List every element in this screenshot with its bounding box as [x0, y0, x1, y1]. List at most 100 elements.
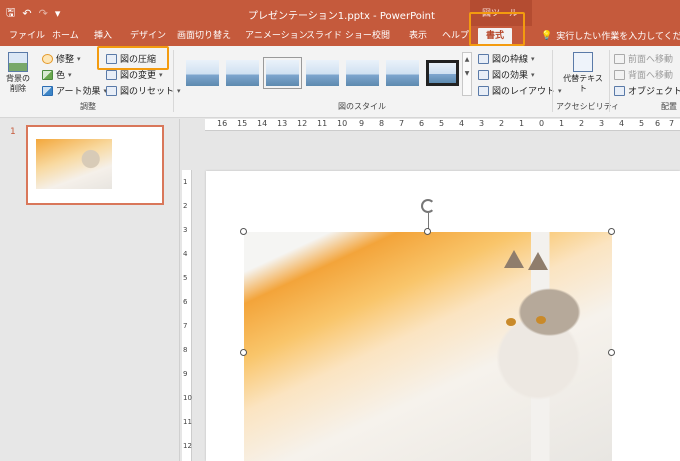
resize-handle[interactable]	[608, 228, 615, 235]
selection-pane-icon	[614, 85, 625, 96]
ruler-tick-label: 13	[277, 119, 288, 128]
style-thumbnail[interactable]	[226, 60, 259, 86]
ruler-tick-label: 7	[399, 119, 405, 128]
ribbon: 背景の削除 修整 ▾ 色 ▾ アート効果 ▾ 図の圧縮 図の変更 ▾ 図のリ	[0, 46, 680, 118]
alt-text-button[interactable]: 代替テキスト	[560, 52, 606, 94]
chevron-down-icon: ▾	[159, 70, 163, 79]
picture-border-label: 図の枠線	[492, 55, 529, 65]
slide-number: 1	[10, 127, 16, 137]
picture-styles-group-label: 図のスタイル	[338, 102, 386, 111]
style-thumbnail[interactable]	[426, 60, 459, 86]
tab-format[interactable]: 書式	[478, 28, 513, 46]
tab-home[interactable]: ホーム	[52, 29, 79, 46]
resize-handle[interactable]	[424, 228, 431, 235]
artistic-effects-label: アート効果	[56, 87, 101, 97]
ruler-tick-label: 1	[519, 119, 525, 128]
ruler-tick-label: 0	[539, 119, 545, 128]
quick-access-toolbar: 🖫 ↶ ↷ ▾	[6, 4, 60, 22]
reset-picture-button[interactable]: 図のリセット ▾	[106, 84, 181, 97]
undo-icon[interactable]: ↶	[22, 7, 31, 20]
ruler-tick-label: 7	[183, 322, 188, 330]
bring-forward-label: 前面へ移動	[628, 55, 674, 65]
ruler-tick-label: 5	[439, 119, 445, 128]
rotate-handle-icon[interactable]	[421, 199, 435, 213]
ruler-tick-label: 5	[639, 119, 645, 128]
chevron-down-icon: ▾	[68, 70, 72, 79]
ruler-tick-label: 15	[237, 119, 248, 128]
title-bar: 🖫 ↶ ↷ ▾ プレゼンテーション1.pptx - PowerPoint 図ツー…	[0, 0, 680, 26]
picture-layout-label: 図のレイアウト	[492, 87, 556, 97]
save-icon[interactable]: 🖫	[6, 4, 15, 23]
resize-handle[interactable]	[240, 228, 247, 235]
tab-help[interactable]: ヘルプ	[442, 29, 469, 46]
bring-forward-button[interactable]: 前面へ移動	[614, 52, 673, 65]
change-picture-button[interactable]: 図の変更 ▾	[106, 68, 163, 81]
resize-handle[interactable]	[240, 349, 247, 356]
cat-photo[interactable]	[244, 232, 612, 461]
redo-icon[interactable]: ↷	[39, 7, 48, 20]
style-thumbnail[interactable]	[386, 60, 419, 86]
slides-pane: 1	[0, 119, 180, 461]
corrections-button[interactable]: 修整 ▾	[42, 52, 81, 65]
group-separator	[609, 50, 610, 112]
picture-border-button[interactable]: 図の枠線 ▾	[478, 52, 535, 65]
tab-file[interactable]: ファイル	[9, 29, 45, 46]
compress-icon	[106, 53, 117, 64]
tell-me-box[interactable]: 💡 実行したい作業を入力してください	[541, 29, 680, 43]
artistic-effects-button[interactable]: アート効果 ▾	[42, 84, 107, 97]
color-button[interactable]: 色 ▾	[42, 68, 72, 81]
ruler-tick-label: 11	[183, 418, 192, 426]
tab-transitions[interactable]: 画面切り替え	[177, 29, 231, 46]
compress-label: 図の圧縮	[120, 55, 157, 65]
tab-view[interactable]: 表示	[409, 29, 427, 46]
group-separator	[173, 50, 174, 112]
ruler-tick-label: 3	[599, 119, 605, 128]
send-backward-label: 背面へ移動	[628, 71, 674, 81]
compress-pictures-button[interactable]: 図の圧縮	[106, 52, 156, 65]
tab-design[interactable]: デザイン	[130, 29, 166, 46]
vertical-ruler: 1 2 3 4 5 6 7 8 9 10 11 12	[182, 170, 192, 461]
ruler-tick-label: 4	[459, 119, 465, 128]
resize-handle[interactable]	[608, 349, 615, 356]
style-thumbnail[interactable]	[346, 60, 379, 86]
tab-animations[interactable]: アニメーション	[245, 29, 308, 46]
picture-layout-button[interactable]: 図のレイアウト ▾	[478, 84, 562, 97]
ruler-tick-label: 11	[317, 119, 328, 128]
color-icon	[42, 69, 53, 80]
picture-effects-button[interactable]: 図の効果 ▾	[478, 68, 535, 81]
picture-effects-label: 図の効果	[492, 71, 529, 81]
horizontal-ruler: 16 15 14 13 12 11 10 9 8 7 6 5 4 3 2 1 0…	[205, 119, 680, 131]
lightbulb-icon: 💡	[541, 30, 553, 41]
chevron-down-icon: ▾	[77, 54, 81, 63]
ruler-tick-label: 8	[379, 119, 385, 128]
customize-qat-icon[interactable]: ▾	[55, 7, 61, 20]
border-icon	[478, 53, 489, 64]
corrections-label: 修整	[56, 55, 75, 65]
chevron-down-icon: ▾	[531, 54, 535, 63]
remove-background-button[interactable]: 背景の削除	[4, 52, 32, 94]
alt-text-label: 代替テキスト	[563, 74, 603, 93]
style-thumbnail[interactable]	[186, 60, 219, 86]
bring-forward-icon	[614, 53, 625, 64]
ruler-tick-label: 12	[183, 442, 192, 450]
ruler-tick-label: 7	[669, 119, 675, 128]
selection-pane-button[interactable]: オブジェクトの選択	[614, 84, 680, 97]
adjust-group-label: 調整	[80, 102, 96, 111]
style-thumbnail[interactable]	[263, 57, 302, 89]
powerpoint-window: 🖫 ↶ ↷ ▾ プレゼンテーション1.pptx - PowerPoint 図ツー…	[0, 0, 680, 461]
reset-picture-icon	[106, 85, 117, 96]
tab-review[interactable]: 校閲	[372, 29, 390, 46]
ruler-tick-label: 2	[183, 202, 188, 210]
ruler-tick-label: 14	[257, 119, 268, 128]
slide-thumbnail[interactable]	[26, 125, 164, 205]
layout-icon	[478, 85, 489, 96]
send-backward-button[interactable]: 背面へ移動	[614, 68, 673, 81]
style-thumbnail[interactable]	[306, 60, 339, 86]
chevron-down-icon: ▾	[531, 70, 535, 79]
cat-ear	[528, 252, 548, 270]
tab-insert[interactable]: 挿入	[94, 29, 112, 46]
document-title: プレゼンテーション1.pptx - PowerPoint	[248, 11, 435, 22]
gallery-scrollbar[interactable]: ▲ ▼	[462, 52, 472, 96]
tab-slideshow[interactable]: スライド ショー	[306, 29, 372, 46]
send-backward-icon	[614, 69, 625, 80]
